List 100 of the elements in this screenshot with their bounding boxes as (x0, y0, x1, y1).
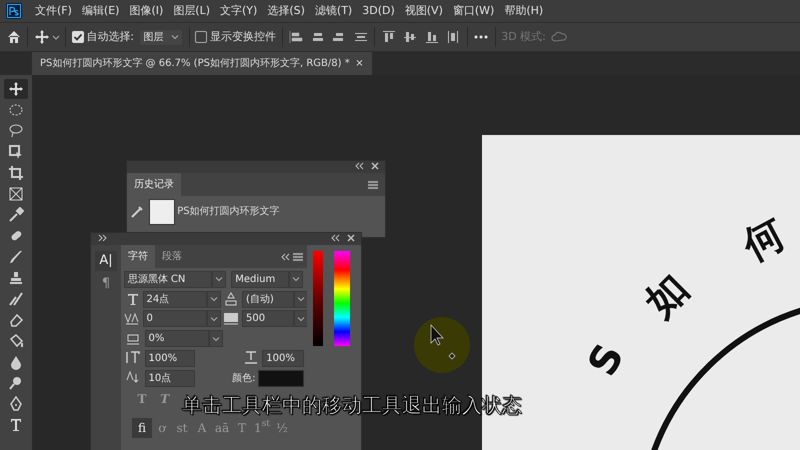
font-family-field[interactable]: 思源黑体 CN (124, 270, 212, 288)
dropdown-button[interactable] (212, 270, 226, 288)
horizontal-scale-field[interactable]: 100% (262, 350, 304, 367)
menu-item[interactable]: 文件(F) (30, 2, 77, 20)
ring-text: 如 (638, 266, 696, 324)
check-icon (72, 32, 82, 42)
menu-item[interactable]: 视图(V) (400, 2, 448, 20)
3d-mode-label: 3D 模式: (501, 28, 546, 45)
type-icon (8, 416, 24, 433)
show-transform-label: 显示变换控件 (210, 28, 276, 45)
baseline-shift-field[interactable]: 10点 (144, 370, 194, 386)
expand-icon[interactable] (96, 233, 106, 243)
close-icon[interactable] (346, 233, 356, 243)
menu-item[interactable]: 图层(L) (168, 2, 216, 20)
panel-menu-icon[interactable] (292, 252, 304, 262)
distribute-icon[interactable] (424, 29, 440, 45)
distribute-icon[interactable] (380, 29, 397, 45)
menu-item[interactable]: 滤镜(T) (310, 2, 358, 20)
leading-field[interactable]: (自动) (242, 290, 294, 308)
panel-menu-icon[interactable] (367, 180, 379, 190)
chevron-down-icon (212, 334, 220, 342)
history-brush-icon (8, 290, 24, 307)
ellipse-marquee-icon (8, 102, 24, 118)
paint-bucket-icon (8, 332, 24, 349)
dropdown-button[interactable] (208, 330, 222, 347)
font-style-field[interactable]: Medium (231, 270, 290, 288)
move-icon (8, 80, 24, 97)
tsume-icon (124, 332, 141, 346)
chevron-down-icon (297, 295, 305, 303)
eyedropper-icon (8, 206, 24, 223)
ring-text: 何 (736, 212, 792, 268)
vertical-scale-icon (124, 350, 141, 364)
drop-icon (8, 354, 24, 370)
document-tab[interactable]: PS如何打圆内环形文字 @ 66.7% (PS如何打圆内环形文字, RGB/8) * (40, 56, 350, 71)
chevron-down-icon (171, 33, 180, 41)
dropdown-button[interactable] (206, 310, 220, 328)
collapse-icon[interactable] (280, 252, 290, 262)
chevron-down-icon (297, 314, 305, 323)
panel-toggle-button[interactable]: A| (95, 250, 117, 270)
lasso-icon (8, 122, 24, 139)
vertical-scale-field[interactable]: 100% (144, 350, 194, 367)
panel-toggle-button[interactable]: ¶ (95, 273, 117, 294)
dropdown-button[interactable] (289, 270, 304, 288)
horizontal-scale-icon (242, 350, 258, 364)
close-tab-button[interactable]: × (355, 56, 364, 71)
menu-item[interactable]: 选择(S) (262, 2, 310, 20)
color-label: 颜色: (232, 372, 256, 386)
menu-item[interactable]: 图像(I) (124, 2, 168, 20)
dropdown-button[interactable] (294, 290, 308, 308)
snapshot-thumbnail (148, 198, 174, 225)
baseline-shift-icon (124, 370, 141, 384)
move-tool-icon[interactable] (34, 29, 60, 45)
pen-icon (8, 396, 24, 412)
kerning-field[interactable]: 0 (142, 310, 206, 328)
hue-spectrum-bar[interactable] (334, 250, 350, 346)
menu-item[interactable]: 窗口(W) (448, 2, 500, 20)
chevron-down-icon (292, 275, 300, 284)
panel-tab[interactable]: 字符 (121, 245, 155, 268)
stamp-icon (8, 270, 24, 286)
chevron-down-icon (214, 275, 223, 284)
auto-select-label: 自动选择: (86, 28, 134, 45)
magnifier-icon (8, 374, 24, 391)
color-swatch[interactable] (258, 370, 304, 386)
chevron-down-icon (210, 295, 218, 303)
font-size-field[interactable]: 24点 (142, 290, 206, 308)
target-dropdown[interactable]: 图层 (139, 28, 184, 46)
menu-item[interactable]: 编辑(E) (76, 2, 124, 20)
app-logo-icon (6, 3, 22, 19)
history-tab[interactable]: 历史记录 (127, 173, 181, 196)
align-icon[interactable] (288, 29, 304, 45)
menu-item[interactable]: 3D(D) (357, 2, 400, 20)
video-caption: 单击工具栏中的移动工具退出输入状态 (182, 395, 522, 415)
collapse-icon[interactable] (354, 161, 364, 171)
panel-tab[interactable]: 段落 (155, 245, 189, 268)
menu-item[interactable]: 帮助(H) (499, 2, 548, 20)
close-icon[interactable] (370, 161, 380, 171)
kerning-icon (124, 312, 140, 326)
tool-button[interactable] (4, 78, 28, 99)
brush-icon (8, 248, 24, 265)
chevron-down-icon (210, 314, 218, 323)
frame-icon (8, 186, 24, 202)
crop-icon (8, 164, 24, 181)
color-shade-bar[interactable] (312, 250, 322, 346)
auto-select-checkbox[interactable] (72, 31, 84, 43)
distribute-icon[interactable] (402, 29, 418, 45)
collapse-icon[interactable] (330, 233, 340, 243)
ring-text: S (582, 338, 631, 382)
dropdown-button[interactable] (206, 290, 220, 308)
opentype-button[interactable]: fi (132, 418, 152, 438)
selection-icon (8, 144, 24, 160)
home-icon[interactable] (6, 29, 22, 45)
leading-icon (223, 292, 240, 306)
history-entry[interactable]: PS如何打圆内环形文字 (177, 204, 280, 220)
tsume-field[interactable]: 0% (144, 330, 208, 347)
eraser-icon (8, 312, 24, 328)
tracking-field[interactable]: 500 (242, 310, 294, 328)
tracking-icon (223, 312, 240, 326)
show-transform-checkbox[interactable] (195, 31, 208, 43)
menu-item[interactable]: 文字(Y) (215, 2, 262, 20)
dropdown-button[interactable] (294, 310, 308, 328)
